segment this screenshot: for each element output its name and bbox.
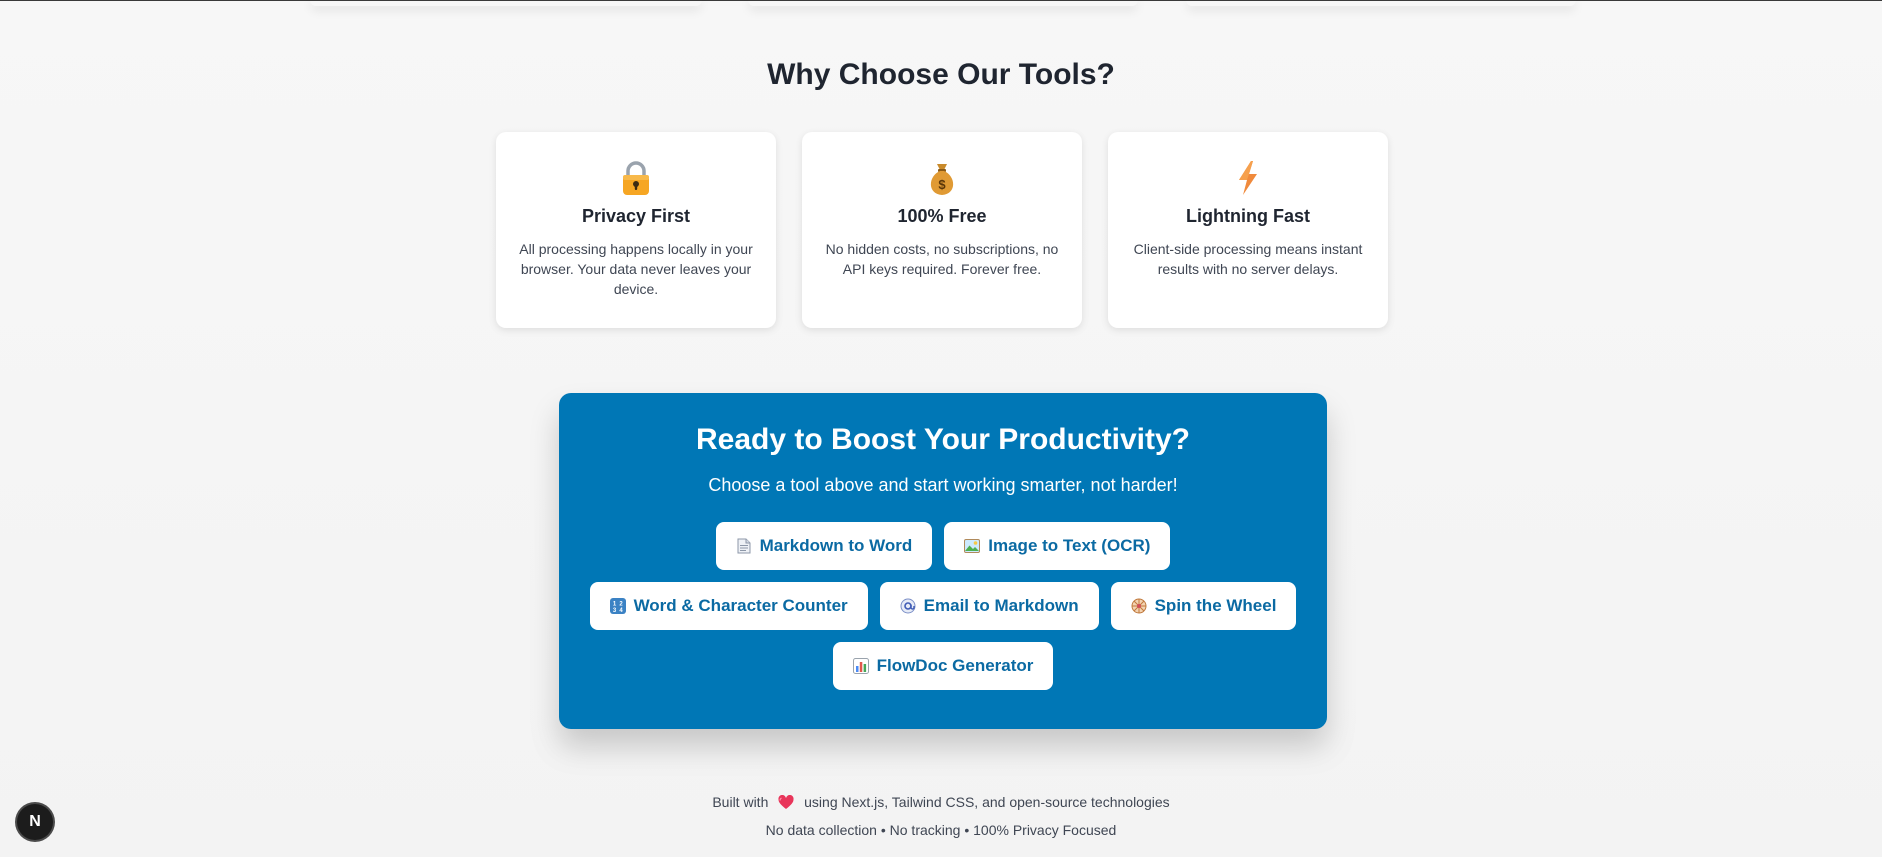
footer-privacy-line: No data collection • No tracking • 100% … xyxy=(765,822,1117,838)
features-grid: Privacy First All processing happens loc… xyxy=(496,132,1388,328)
email-to-markdown-button[interactable]: Email to Markdown xyxy=(879,582,1099,630)
footer-built-suffix: using Next.js, Tailwind CSS, and open-so… xyxy=(804,794,1170,810)
lock-icon xyxy=(616,158,656,198)
numbers-icon: 1 2 3 4 xyxy=(609,598,626,614)
cta-title: Ready to Boost Your Productivity? xyxy=(696,423,1190,456)
section-title: Why Choose Our Tools? xyxy=(767,58,1115,91)
email-icon xyxy=(900,598,916,614)
markdown-to-word-button[interactable]: Markdown to Word xyxy=(715,522,933,570)
document-icon xyxy=(736,538,752,554)
feature-description: All processing happens locally in your b… xyxy=(519,241,753,297)
svg-text:$: $ xyxy=(938,177,946,192)
button-label: Markdown to Word xyxy=(759,536,913,555)
cta-button-row: 1 2 3 4 Word & Character Counter Email t… xyxy=(559,582,1327,630)
button-label: FlowDoc Generator xyxy=(876,656,1034,675)
feature-title: Privacy First xyxy=(581,206,691,226)
button-label: Email to Markdown xyxy=(923,596,1079,615)
heart-icon xyxy=(778,794,794,813)
nextjs-icon[interactable]: N xyxy=(17,804,53,840)
money-bag-icon: $ xyxy=(922,158,962,198)
picture-icon xyxy=(964,538,981,554)
feature-card-fast: Lightning Fast Client-side processing me… xyxy=(1108,132,1388,328)
feature-description: Client-side processing means instant res… xyxy=(1133,241,1363,277)
tool-card-bottom-edge xyxy=(748,0,1138,6)
cta-subtitle: Choose a tool above and start working sm… xyxy=(708,475,1178,495)
feature-title: Lightning Fast xyxy=(1186,206,1310,226)
page: Why Choose Our Tools? Privacy First All … xyxy=(0,0,1882,857)
footer-built-with: Built with using Next.js, Tailwind CSS, … xyxy=(0,794,1882,813)
feature-description: No hidden costs, no subscriptions, no AP… xyxy=(825,241,1059,277)
button-label: Word & Character Counter xyxy=(633,596,848,615)
cta-button-row: FlowDoc Generator xyxy=(559,642,1327,690)
tool-card-bottom-edge xyxy=(1186,0,1576,6)
dev-badge-letter: N xyxy=(29,813,41,830)
feature-card-free: $ 100% Free No hidden costs, no subscrip… xyxy=(802,132,1082,328)
footer-built-prefix: Built with xyxy=(712,794,769,810)
flowdoc-generator-button[interactable]: FlowDoc Generator xyxy=(832,642,1054,690)
feature-card-privacy: Privacy First All processing happens loc… xyxy=(496,132,776,328)
cta-button-row: Markdown to Word Image to Text (OCR) xyxy=(559,522,1327,570)
spin-the-wheel-button[interactable]: Spin the Wheel xyxy=(1110,582,1297,630)
tool-card-bottom-edge xyxy=(310,0,702,6)
button-label: Image to Text (OCR) xyxy=(988,536,1151,555)
chart-icon xyxy=(852,658,869,674)
image-to-text-button[interactable]: Image to Text (OCR) xyxy=(944,522,1171,570)
cta-panel: Ready to Boost Your Productivity? Choose… xyxy=(559,393,1327,729)
button-label: Spin the Wheel xyxy=(1154,596,1277,615)
lightning-icon xyxy=(1228,158,1268,198)
feature-title: 100% Free xyxy=(897,206,987,226)
wheel-icon xyxy=(1131,598,1147,614)
word-counter-button[interactable]: 1 2 3 4 Word & Character Counter xyxy=(589,582,868,630)
